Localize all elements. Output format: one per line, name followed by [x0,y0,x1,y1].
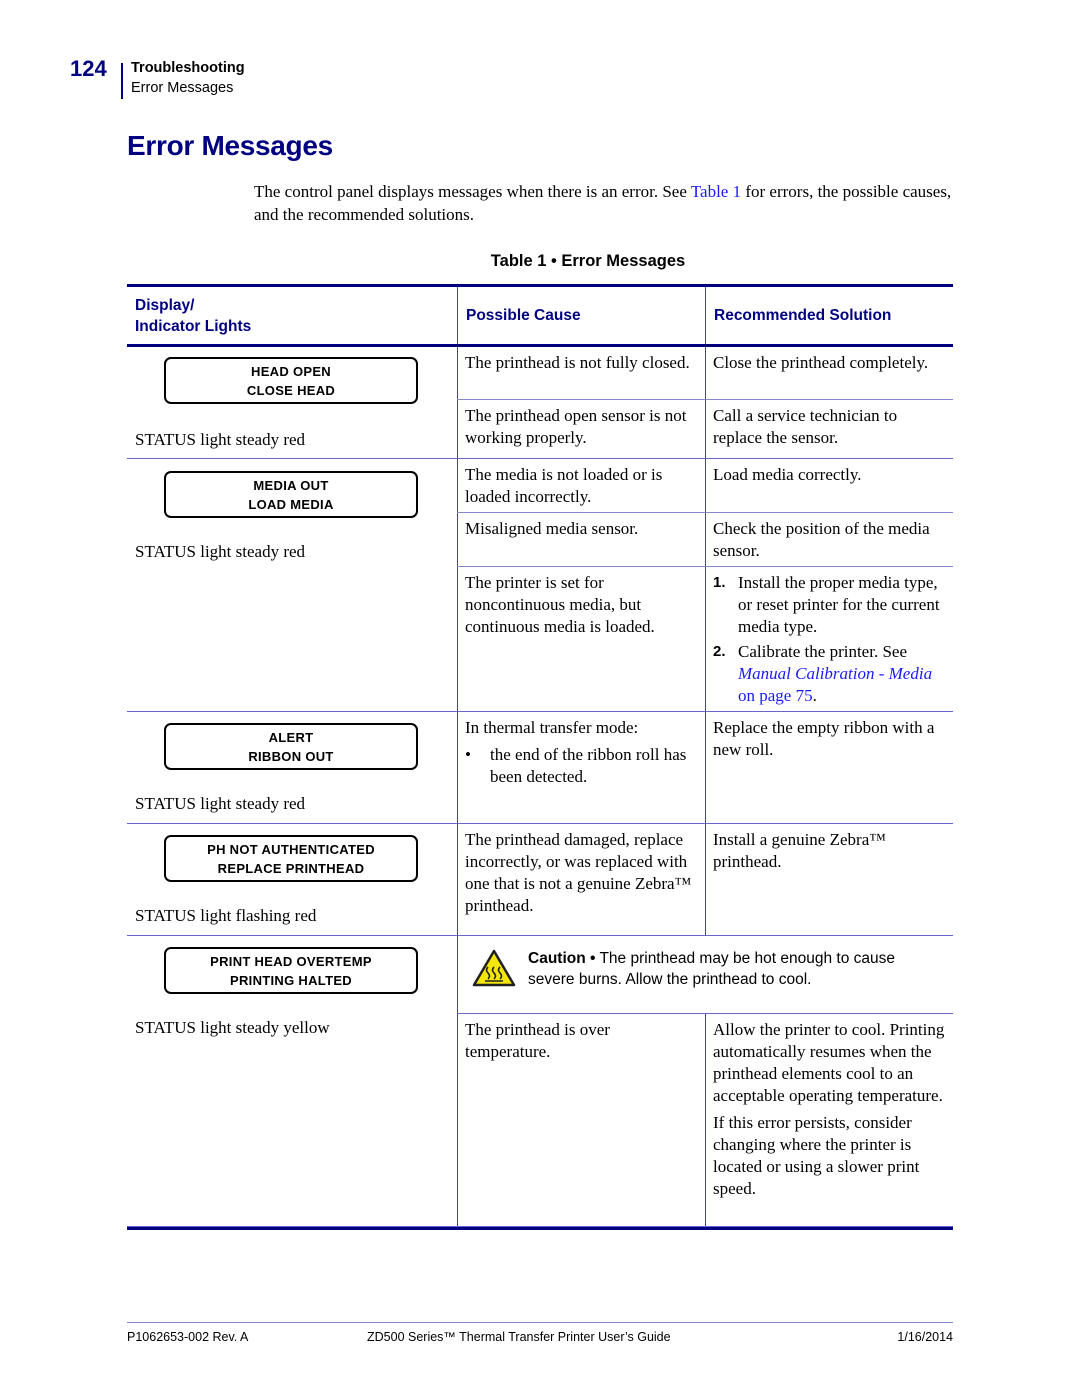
solution-steps: 1. Install the proper media type, or rese… [713,572,945,707]
lcd-line2: PRINTING HALTED [230,972,352,988]
link-page: on page 75 [738,686,813,705]
header-solution: Recommended Solution [705,287,953,344]
step-end: . [812,686,817,705]
table-row: The printhead is over temperature. Allow… [457,1013,953,1226]
error-group-ph-not-authenticated: PH NOT AUTHENTICATED REPLACE PRINTHEAD S… [127,824,953,936]
table-row: In thermal transfer mode: • the end of th… [457,712,953,823]
table-row: The printer is set for noncontinuous med… [457,566,953,711]
lcd-display: MEDIA OUT LOAD MEDIA [164,471,418,518]
cause-cell: The printhead is not fully closed. [457,347,705,399]
table-row: The printhead open sensor is not working… [457,399,953,458]
status-light: STATUS light steady yellow [135,1018,330,1037]
solution-cell: Replace the empty ribbon with a new roll… [705,712,953,823]
bullet-text: the end of the ribbon roll has been dete… [490,745,687,786]
cause-cell: Misaligned media sensor. [457,513,705,566]
lcd-line2: REPLACE PRINTHEAD [217,860,365,876]
table-row: The media is not loaded or is loaded inc… [457,459,953,512]
solution-cell: Install a genuine Zebra™ printhead. [705,824,953,935]
step-2: 2. Calibrate the printer. See Manual Cali… [713,641,945,707]
display-cell: PH NOT AUTHENTICATED REPLACE PRINTHEAD S… [127,824,457,935]
bullet-item: • the end of the ribbon roll has been det… [465,744,697,788]
solution-text-2: If this error persists, consider changin… [713,1113,920,1198]
solution-text: Allow the printer to cool. Printing auto… [713,1020,945,1105]
step-text: Install the proper media type, or reset … [738,573,940,636]
header-divider [121,63,123,99]
step-number: 1. [713,574,726,591]
cause-cell: The printhead damaged, replace incorrect… [457,824,705,935]
intro-paragraph: The control panel displays messages when… [254,181,959,226]
table-caption: Table 1 • Error Messages [490,252,686,270]
lcd-line2: CLOSE HEAD [246,382,336,398]
cause-text: In thermal transfer mode: [465,718,639,737]
page-title: Error Messages [127,130,333,161]
error-group-overtemp: PRINT HEAD OVERTEMP PRINTING HALTED STAT… [127,936,953,1227]
error-group-media-out: MEDIA OUT LOAD MEDIA STATUS light steady… [127,459,953,712]
table-bottom-rule [127,1227,953,1230]
step-1: 1. Install the proper media type, or rese… [713,572,945,638]
table-row: Misaligned media sensor. Check the posit… [457,512,953,566]
header-display-line2: Indicator Lights [135,317,252,335]
lcd-display: HEAD OPEN CLOSE HEAD [164,357,418,404]
lcd-line2: LOAD MEDIA [248,496,334,512]
display-cell: HEAD OPEN CLOSE HEAD STATUS light steady… [127,347,457,458]
header-cause: Possible Cause [457,287,705,344]
bullet-icon: • [465,745,471,764]
solution-cell: Load media correctly. [705,459,953,512]
solution-cell: 1. Install the proper media type, or rese… [705,567,953,711]
table-1-link[interactable]: Table 1 [691,182,741,201]
lcd-line1: PH NOT AUTHENTICATED [207,841,375,857]
caution-label: Caution • [528,950,596,967]
step-text: Calibrate the printer. See [738,642,907,661]
table-header-row: Display/Indicator Lights Possible Cause … [127,287,953,344]
manual-calibration-link[interactable]: Manual Calibration - Media on page 75 [738,664,932,705]
status-light: STATUS light flashing red [135,906,317,925]
table-row: The printhead is not fully closed. Close… [457,347,953,399]
error-messages-table: Display/Indicator Lights Possible Cause … [127,284,953,1230]
lcd-line1: PRINT HEAD OVERTEMP [210,953,372,969]
error-group-head-open: HEAD OPEN CLOSE HEAD STATUS light steady… [127,347,953,459]
cause-cell: The printhead open sensor is not working… [457,400,705,458]
footer-rule [127,1322,953,1323]
solution-cell: Check the position of the media sensor. [705,513,953,566]
hot-surface-warning-icon [472,948,516,993]
caution-text: Caution • The printhead may be hot enoug… [528,948,945,990]
lcd-display: ALERT RIBBON OUT [164,723,418,770]
display-cell: PRINT HEAD OVERTEMP PRINTING HALTED STAT… [127,936,457,1226]
step-number: 2. [713,643,726,660]
header-display: Display/Indicator Lights [127,287,457,344]
display-cell: ALERT RIBBON OUT STATUS light steady red [127,712,457,823]
lcd-display: PH NOT AUTHENTICATED REPLACE PRINTHEAD [164,835,418,882]
footer-guide-title: ZD500 Series™ Thermal Transfer Printer U… [367,1330,671,1344]
status-light: STATUS light steady red [135,430,306,449]
lcd-line1: MEDIA OUT [253,477,329,493]
footer-date: 1/16/2014 [897,1330,953,1344]
solution-cell: Close the printhead completely. [705,347,953,399]
footer-doc-number: P1062653-002 Rev. A [127,1330,249,1344]
error-group-ribbon-out: ALERT RIBBON OUT STATUS light steady red… [127,712,953,824]
status-light: STATUS light steady red [135,542,306,561]
cause-cell: In thermal transfer mode: • the end of th… [457,712,705,823]
lcd-display: PRINT HEAD OVERTEMP PRINTING HALTED [164,947,418,994]
link-title: Manual Calibration - Media [738,664,933,683]
display-cell: MEDIA OUT LOAD MEDIA STATUS light steady… [127,459,457,711]
lcd-line1: ALERT [268,729,314,745]
solution-cell: Call a service technician to replace the… [705,400,953,458]
header-display-line1: Display/ [135,296,195,314]
status-light: STATUS light steady red [135,794,306,813]
solution-cell: Allow the printer to cool. Printing auto… [705,1014,953,1226]
header-chapter: Troubleshooting [131,60,245,76]
cause-cell: The printer is set for noncontinuous med… [457,567,705,711]
lcd-line2: RIBBON OUT [248,748,334,764]
header-section: Error Messages [131,80,234,96]
cause-cell: The printhead is over temperature. [457,1014,705,1226]
lcd-line1: HEAD OPEN [251,363,331,379]
intro-text: The control panel displays messages when… [254,182,691,201]
caution-note: Caution • The printhead may be hot enoug… [457,936,953,1013]
table-row: The printhead damaged, replace incorrect… [457,824,953,935]
cause-cell: The media is not loaded or is loaded inc… [457,459,705,512]
page-number: 124 [70,56,107,81]
